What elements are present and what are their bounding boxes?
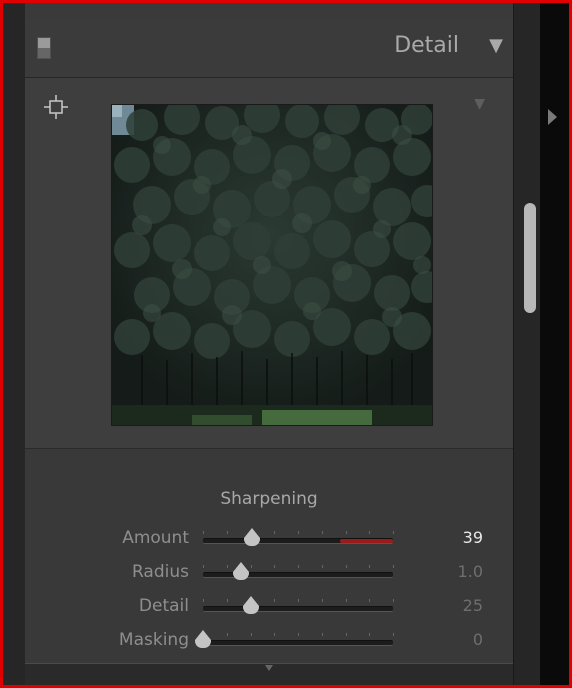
- scrollbar-thumb[interactable]: [524, 203, 536, 313]
- slider-highlight: [340, 539, 393, 543]
- slider-track[interactable]: [203, 562, 393, 580]
- slider-track[interactable]: [195, 630, 393, 648]
- forest-image: [112, 105, 432, 425]
- slider-track[interactable]: [203, 596, 393, 614]
- slider-ticks: [203, 633, 394, 637]
- panel-title: Detail: [394, 33, 459, 58]
- app-window: Detail ▼ ▼ Sharpening Amount 39 Radius 1…: [0, 0, 572, 688]
- preview-menu-arrow-icon[interactable]: ▼: [474, 96, 485, 112]
- left-edge: [3, 3, 26, 685]
- crosshair-target-icon[interactable]: [43, 94, 69, 120]
- slider-row-detail: Detail 25: [25, 593, 513, 623]
- slider-label: Amount: [122, 528, 189, 548]
- preview-image[interactable]: [111, 104, 433, 426]
- expand-right-panel-arrow-icon[interactable]: [548, 109, 557, 125]
- detail-panel: Detail ▼ ▼ Sharpening Amount 39 Radius 1…: [25, 21, 513, 685]
- slider-row-radius: Radius 1.0: [25, 559, 513, 589]
- slider-ticks: [203, 531, 394, 535]
- slider-value[interactable]: 39: [463, 528, 483, 547]
- panel-footer-arrow-icon[interactable]: [265, 665, 273, 671]
- slider-ticks: [203, 599, 394, 603]
- slider-label: Radius: [131, 562, 189, 582]
- sharpening-title: Sharpening: [220, 489, 318, 509]
- panel-header[interactable]: Detail ▼: [25, 21, 513, 78]
- sharpening-section: Sharpening Amount 39 Radius 1.0 Detail 25 Mask…: [25, 449, 513, 685]
- slider-label: Masking: [118, 630, 189, 650]
- previous-panel-bottom: [25, 3, 513, 22]
- slider-value[interactable]: 1.0: [458, 562, 483, 581]
- slider-value[interactable]: 0: [473, 630, 483, 649]
- slider-label: Detail: [138, 596, 189, 616]
- panel-toggle-switch[interactable]: [37, 37, 51, 59]
- slider-ticks: [203, 565, 394, 569]
- collapse-arrow-icon[interactable]: ▼: [489, 35, 503, 56]
- slider-track[interactable]: [203, 528, 393, 546]
- slider-row-amount: Amount 39: [25, 525, 513, 555]
- detail-preview: ▼: [25, 78, 513, 449]
- slider-value[interactable]: 25: [463, 596, 483, 615]
- slider-row-masking: Masking 0: [25, 627, 513, 657]
- scrollbar-track[interactable]: [513, 3, 540, 685]
- right-panel-edge: [540, 3, 569, 685]
